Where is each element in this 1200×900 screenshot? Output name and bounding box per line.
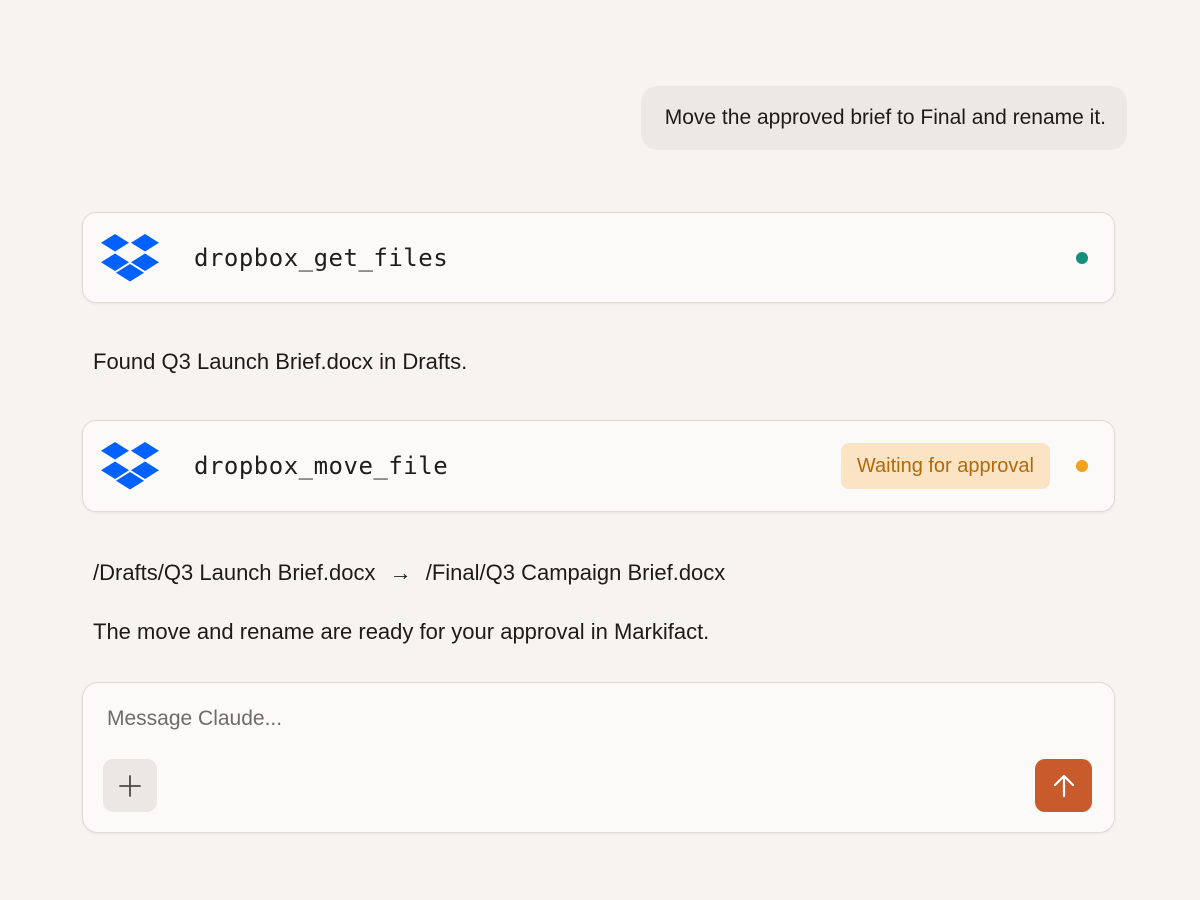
assistant-message-move-path: /Drafts/Q3 Launch Brief.docx → /Final/Q3…	[93, 560, 725, 586]
tool-call-card-move-file[interactable]: dropbox_move_file Waiting for approval	[82, 420, 1115, 512]
user-message-bubble: Move the approved brief to Final and ren…	[640, 86, 1127, 150]
assistant-message-found: Found Q3 Launch Brief.docx in Drafts.	[93, 349, 468, 374]
message-input[interactable]	[107, 707, 1067, 731]
arrow-up-icon	[1053, 774, 1074, 797]
status-dot-complete	[1076, 251, 1088, 264]
add-attachment-button[interactable]	[103, 759, 157, 812]
tool-name: dropbox_get_files	[194, 243, 449, 272]
waiting-approval-badge: Waiting for approval	[840, 443, 1050, 489]
plus-icon	[119, 774, 141, 797]
assistant-message-ready: The move and rename are ready for your a…	[93, 619, 710, 644]
move-source-path: /Drafts/Q3 Launch Brief.docx	[93, 560, 376, 585]
arrow-right-icon: →	[389, 560, 412, 585]
tool-name: dropbox_move_file	[194, 452, 449, 480]
tool-call-card-get-files[interactable]: dropbox_get_files	[82, 212, 1115, 303]
user-message-text: Move the approved brief to Final and ren…	[664, 106, 1106, 129]
dropbox-icon	[101, 233, 159, 281]
dropbox-icon	[101, 442, 159, 490]
send-button[interactable]	[1035, 759, 1092, 812]
move-destination-path: /Final/Q3 Campaign Brief.docx	[425, 560, 726, 585]
status-dot-pending	[1076, 460, 1088, 472]
message-composer	[82, 682, 1115, 833]
